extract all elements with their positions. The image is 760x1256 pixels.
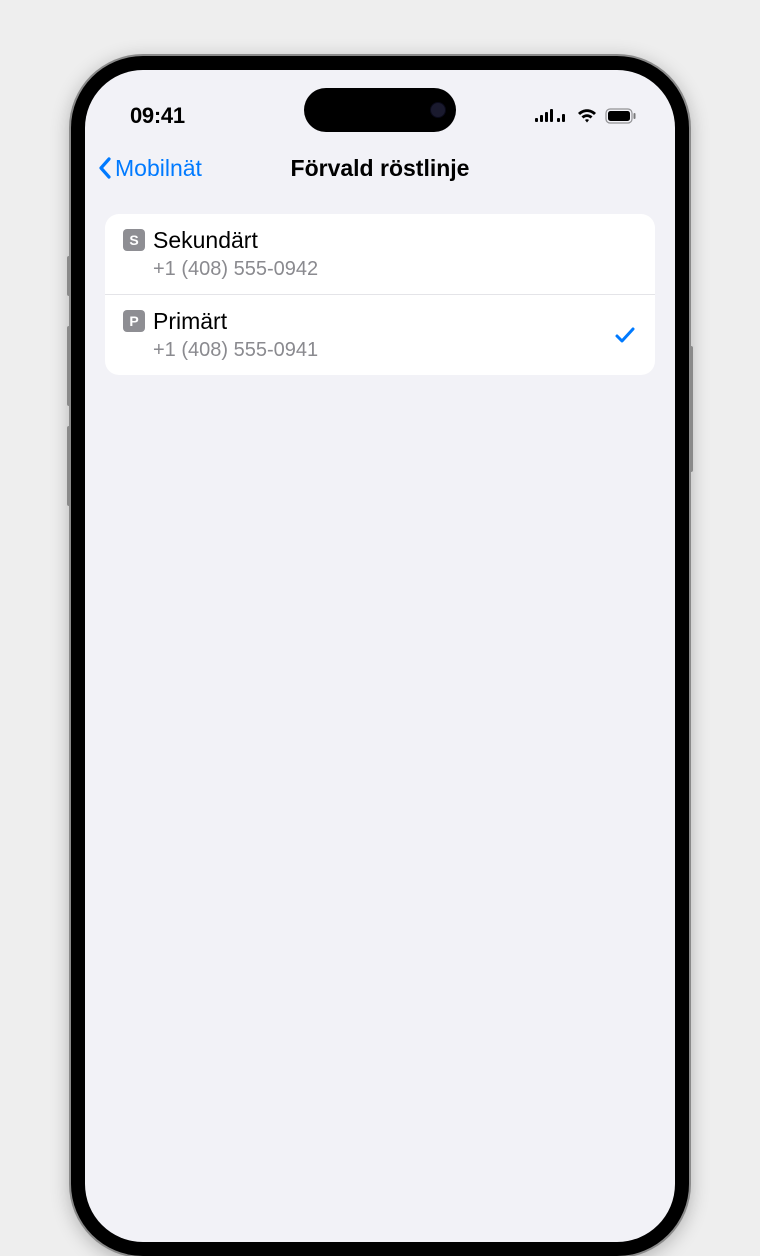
sim-badge-icon: P [123, 310, 145, 332]
line-subtitle: +1 (408) 555-0941 [153, 337, 613, 363]
back-button[interactable]: Mobilnät [97, 155, 202, 182]
phone-frame: 09:41 [71, 56, 689, 1256]
wifi-icon [576, 108, 598, 124]
line-subtitle: +1 (408) 555-0942 [153, 256, 637, 282]
status-icons [535, 108, 637, 124]
line-text: Primärt +1 (408) 555-0941 [153, 307, 613, 363]
line-option-primary[interactable]: P Primärt +1 (408) 555-0941 [105, 294, 655, 375]
phone-screen: 09:41 [85, 70, 675, 1242]
dynamic-island [304, 88, 456, 132]
page-title: Förvald röstlinje [291, 155, 470, 182]
line-text: Sekundärt +1 (408) 555-0942 [153, 226, 637, 282]
battery-icon [605, 108, 637, 124]
line-title: Sekundärt [153, 226, 637, 256]
camera-dot [430, 102, 446, 118]
power-button [689, 346, 693, 472]
status-time: 09:41 [130, 103, 185, 129]
back-label: Mobilnät [115, 155, 202, 182]
line-title: Primärt [153, 307, 613, 337]
volume-up-button [67, 326, 71, 406]
volume-down-button [67, 426, 71, 506]
nav-bar: Mobilnät Förvald röstlinje [85, 140, 675, 196]
chevron-back-icon [97, 156, 113, 180]
voice-line-list: S Sekundärt +1 (408) 555-0942 P Primärt … [105, 214, 655, 375]
dual-signal-icon [535, 108, 569, 124]
content: S Sekundärt +1 (408) 555-0942 P Primärt … [85, 196, 675, 393]
line-option-secondary[interactable]: S Sekundärt +1 (408) 555-0942 [105, 214, 655, 294]
ring-switch [67, 256, 71, 296]
sim-badge-icon: S [123, 229, 145, 251]
checkmark-icon [613, 323, 637, 347]
